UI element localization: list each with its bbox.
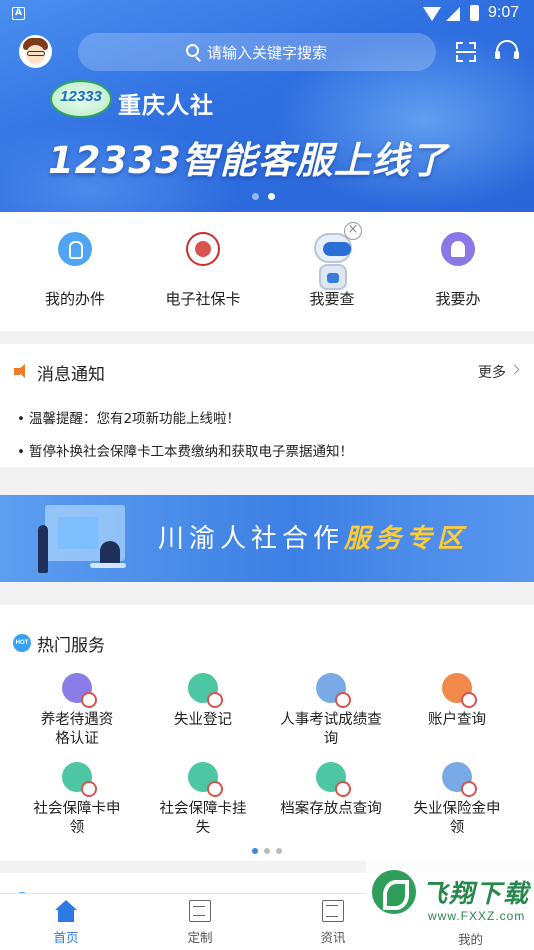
service-label: 档案存放点查询 xyxy=(280,801,382,817)
wifi-icon xyxy=(423,7,441,21)
notice-item[interactable]: 暂停补换社会保障卡工本费缴纳和获取电子票据通知！ xyxy=(17,440,353,460)
person-illustration xyxy=(38,525,48,573)
coop-highlight: 服务专区 xyxy=(344,524,469,554)
section-title: 消息通知 xyxy=(37,365,105,385)
service-card-application[interactable]: 社会保障卡申领 xyxy=(12,762,142,838)
watermark-url: www.FXXZ.com xyxy=(428,909,526,923)
tab-news[interactable]: 资讯 xyxy=(293,900,373,946)
section-title: 热门服务 xyxy=(37,636,105,656)
my-cases-button[interactable]: 我的办件 xyxy=(15,232,135,309)
search-input[interactable]: 请输入关键字搜索 xyxy=(78,33,436,71)
pager-dot xyxy=(264,848,270,854)
pension-icon xyxy=(62,673,97,708)
tab-label: 首页 xyxy=(53,930,79,945)
tab-home[interactable]: 首页 xyxy=(26,900,106,946)
notification-a-icon: A xyxy=(12,7,25,20)
service-label: 社会保障卡挂失 xyxy=(159,801,247,836)
service-pension-certification[interactable]: 养老待遇资格认证 xyxy=(12,673,142,749)
document-edit-icon xyxy=(189,900,211,922)
banner-headline: 12333智能客服上线了 xyxy=(48,139,448,182)
status-bar: A 9:07 xyxy=(0,0,534,28)
stamp-icon xyxy=(441,232,475,266)
service-unemployment-benefit[interactable]: 失业保险金申领 xyxy=(392,762,522,838)
customer-service-icon[interactable] xyxy=(495,40,519,62)
apply-button[interactable]: 我要办 xyxy=(398,232,518,309)
hotline-logo: 12333 xyxy=(50,80,112,118)
signal-icon xyxy=(446,7,460,21)
service-unemployment-registration[interactable]: 失业登记 xyxy=(138,673,268,730)
home-icon xyxy=(55,900,77,922)
service-label: 账户查询 xyxy=(428,712,486,728)
service-exam-score-query[interactable]: 人事考试成绩查询 xyxy=(266,673,396,749)
card-application-icon xyxy=(62,762,97,797)
coop-text: 川渝人社合作 xyxy=(158,524,345,554)
scan-icon[interactable] xyxy=(456,42,476,62)
more-link[interactable]: 更多 xyxy=(478,362,506,382)
service-label: 社会保障卡申领 xyxy=(33,801,121,836)
notice-item[interactable]: 温馨提醒：您有2项新功能上线啦！ xyxy=(17,407,240,427)
speaker-icon xyxy=(14,364,25,378)
battery-icon xyxy=(470,5,479,21)
service-archive-query[interactable]: 档案存放点查询 xyxy=(266,762,396,819)
notice-section: 消息通知 更多 温馨提醒：您有2项新功能上线啦！ 暂停补换社会保障卡工本费缴纳和… xyxy=(0,344,534,467)
touch-icon xyxy=(58,232,92,266)
social-card-icon xyxy=(186,232,220,266)
service-label: 失业登记 xyxy=(174,712,232,728)
watermark-text: 飞翔下载 xyxy=(422,879,531,908)
tab-label: 定制 xyxy=(187,930,213,945)
printer-icon xyxy=(316,762,351,797)
registration-icon xyxy=(188,673,223,708)
benefit-icon xyxy=(442,762,477,797)
cooperation-title: 川渝人社合作服务专区 xyxy=(158,518,468,555)
quick-action-label: 电子社保卡 xyxy=(165,290,241,308)
exam-icon xyxy=(316,673,351,708)
quick-actions: 我的办件 电子社保卡 我要查 我要办 xyxy=(0,212,534,331)
robot-assistant-icon[interactable] xyxy=(312,233,356,299)
services-pager[interactable] xyxy=(252,839,288,858)
service-account-query[interactable]: 账户查询 xyxy=(392,673,522,730)
quick-action-label: 我要办 xyxy=(435,290,481,308)
chevron-right-icon[interactable] xyxy=(509,364,520,375)
hot-services-section: HOT 热门服务 养老待遇资格认证 失业登记 人事考试成绩查询 账户查询 社会保… xyxy=(0,605,534,861)
hot-icon: HOT xyxy=(13,634,31,652)
watermark: 飞翔下载 www.FXXZ.com 我的 xyxy=(366,860,534,950)
brand-name: 重庆人社 xyxy=(118,93,214,119)
banner-pager[interactable] xyxy=(252,185,284,204)
cooperation-banner[interactable]: 川渝人社合作服务专区 xyxy=(0,495,534,582)
quick-action-label: 我的办件 xyxy=(44,290,105,308)
pager-dot-active xyxy=(252,848,258,854)
tab-custom[interactable]: 定制 xyxy=(160,900,240,946)
service-label: 人事考试成绩查询 xyxy=(280,712,382,747)
pager-dot xyxy=(276,848,282,854)
account-icon xyxy=(442,673,477,708)
news-icon xyxy=(322,900,344,922)
watermark-logo-icon xyxy=(372,870,416,914)
tab-label: 资讯 xyxy=(320,930,346,945)
service-card-loss-report[interactable]: 社会保障卡挂失 xyxy=(138,762,268,838)
pager-dot-active xyxy=(268,193,275,200)
pager-dot xyxy=(252,193,259,200)
e-social-card-button[interactable]: 电子社保卡 xyxy=(143,232,263,309)
top-banner[interactable]: A 9:07 请输入关键字搜索 12333 重庆人社 12333智能客服上线了 xyxy=(0,0,534,212)
status-time: 9:07 xyxy=(488,4,520,21)
tab-mine[interactable]: 我的 xyxy=(458,929,483,948)
close-icon[interactable]: × xyxy=(344,222,362,240)
lock-icon xyxy=(188,762,223,797)
service-label: 失业保险金申领 xyxy=(413,801,501,836)
search-icon xyxy=(186,44,199,57)
service-label: 养老待遇资格认证 xyxy=(40,712,114,747)
app-screen: A 9:07 请输入关键字搜索 12333 重庆人社 12333智能客服上线了 xyxy=(0,0,534,950)
search-placeholder: 请输入关键字搜索 xyxy=(207,44,328,62)
user-avatar[interactable] xyxy=(19,35,52,68)
